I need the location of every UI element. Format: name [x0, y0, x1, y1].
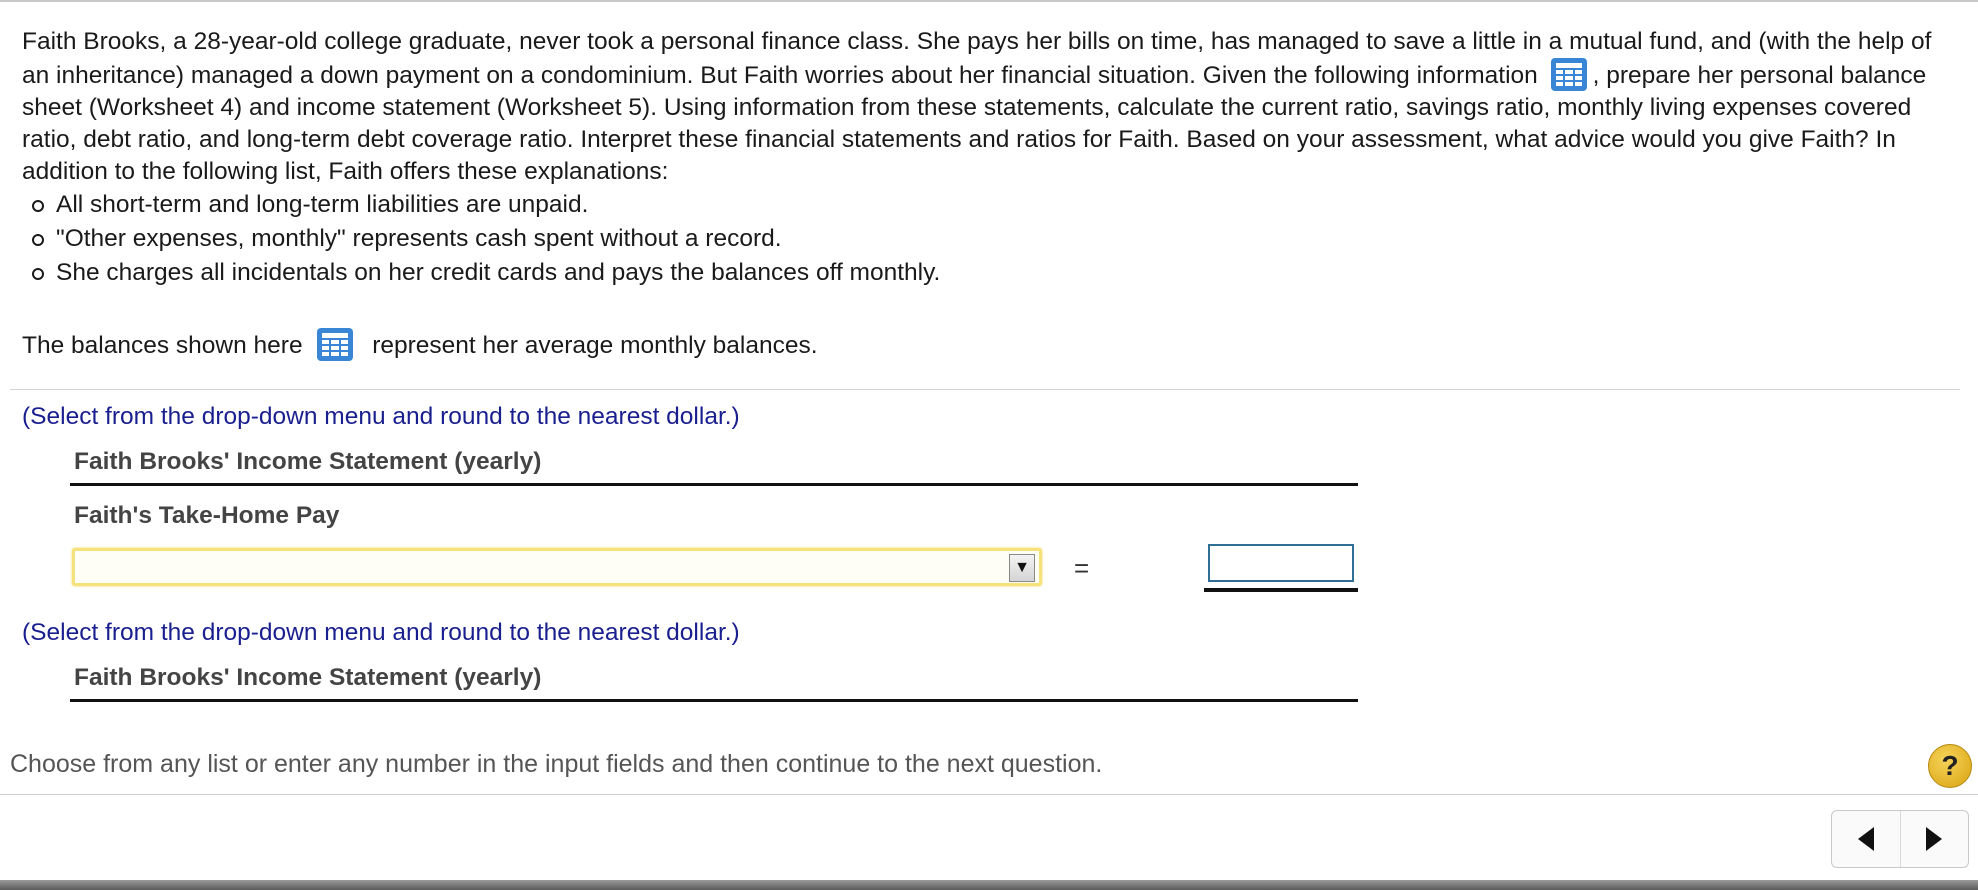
question-navigation	[1831, 810, 1969, 868]
chevron-down-icon[interactable]: ▼	[1009, 554, 1035, 582]
equals-sign: =	[1074, 553, 1090, 583]
list-item: "Other expenses, monthly" represents cas…	[22, 222, 1947, 256]
previous-button[interactable]	[1832, 811, 1900, 867]
total-underline	[1204, 588, 1358, 592]
top-rule	[0, 0, 1978, 2]
list-item: She charges all incidentals on her credi…	[22, 256, 1947, 290]
list-item: All short-term and long-term liabilities…	[22, 188, 1947, 222]
table-grid-icon[interactable]	[317, 328, 354, 361]
take-home-pay-amount-input[interactable]	[1208, 544, 1354, 582]
footer-divider	[0, 794, 1978, 795]
income-statement-title: Faith Brooks' Income Statement (yearly)	[70, 448, 1358, 486]
income-statement-title: Faith Brooks' Income Statement (yearly)	[70, 664, 1358, 702]
balances-text-before: The balances shown here	[22, 332, 303, 359]
take-home-pay-select[interactable]: ▼	[72, 548, 1042, 586]
arrow-left-icon	[1857, 827, 1874, 851]
bottom-scroll-bar	[0, 880, 1978, 890]
instruction-text: (Select from the drop-down menu and roun…	[22, 619, 740, 646]
explanations-list: All short-term and long-term liabilities…	[22, 188, 1947, 290]
next-button[interactable]	[1899, 811, 1969, 867]
balances-text-after: represent her average monthly balances.	[372, 332, 818, 359]
footer-hint: Choose from any list or enter any number…	[10, 750, 1103, 778]
help-icon[interactable]: ?	[1928, 744, 1972, 788]
question-text: Faith Brooks, a 28-year-old college grad…	[22, 26, 1947, 290]
balances-note: The balances shown here represent her av…	[22, 328, 818, 364]
instruction-text: (Select from the drop-down menu and roun…	[22, 403, 740, 430]
table-grid-icon[interactable]	[1550, 58, 1587, 91]
take-home-pay-label: Faith's Take-Home Pay	[74, 502, 340, 529]
arrow-right-icon	[1926, 827, 1943, 851]
section-divider	[10, 389, 1960, 390]
